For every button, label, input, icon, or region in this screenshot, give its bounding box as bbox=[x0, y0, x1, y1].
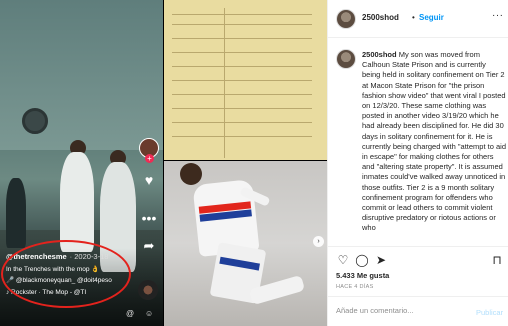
heart-icon: ♥ bbox=[144, 172, 154, 188]
separator-dot: • bbox=[412, 13, 415, 22]
post-timestamp: HACE 4 DÍAS bbox=[336, 284, 374, 290]
tiktok-video-frame: @thetrenchesme · 2020-3-18 In the Trenche… bbox=[0, 0, 163, 326]
form-rule bbox=[172, 24, 312, 25]
at-icon: @ bbox=[126, 309, 135, 318]
form-rule bbox=[172, 38, 312, 39]
publish-button[interactable]: Publicar bbox=[476, 308, 503, 317]
caption-avatar[interactable] bbox=[336, 49, 356, 69]
pants-stripe bbox=[219, 256, 260, 271]
like-count[interactable]: 5.433 Me gusta bbox=[336, 271, 389, 280]
smile-icon: ☺ bbox=[145, 309, 154, 318]
document-image bbox=[164, 0, 327, 160]
music-disc-icon bbox=[138, 280, 158, 300]
red-annotation-circle bbox=[1, 240, 131, 308]
form-rule bbox=[172, 122, 312, 123]
bookmark-icon[interactable]: ⊓ bbox=[490, 253, 504, 267]
comment-input[interactable] bbox=[336, 306, 456, 315]
form-rule bbox=[172, 136, 312, 137]
form-rule bbox=[224, 8, 225, 158]
more-dots-icon: ••• bbox=[141, 210, 157, 226]
next-slide-button[interactable]: › bbox=[313, 236, 324, 247]
post-header: 2500shod • Seguir ··· bbox=[328, 0, 508, 38]
form-rule bbox=[172, 108, 312, 109]
person bbox=[60, 152, 94, 252]
caption-area[interactable]: 2500shod My son was moved from Calhoun S… bbox=[328, 44, 508, 244]
comment-icon[interactable]: ◯ bbox=[355, 253, 369, 267]
post-media[interactable]: @thetrenchesme · 2020-3-18 In the Trenche… bbox=[0, 0, 327, 326]
form-rule bbox=[172, 52, 312, 53]
share-arrow-icon: ➦ bbox=[143, 238, 155, 253]
action-bar: ♡ ◯ ➤ ⊓ bbox=[328, 246, 508, 270]
person bbox=[6, 178, 26, 248]
plus-icon: + bbox=[145, 154, 154, 163]
post-username[interactable]: 2500shod bbox=[362, 13, 399, 22]
caption-text: My son was moved from Calhoun State Pris… bbox=[362, 50, 506, 233]
send-icon[interactable]: ➤ bbox=[374, 253, 388, 267]
man-head bbox=[180, 163, 202, 185]
form-rule bbox=[172, 66, 312, 67]
form-rule bbox=[172, 14, 312, 15]
heart-icon[interactable]: ♡ bbox=[336, 253, 350, 267]
post-panel: 2500shod • Seguir ··· 2500shod My son wa… bbox=[327, 0, 508, 326]
avatar[interactable] bbox=[336, 9, 356, 29]
follow-button[interactable]: Seguir bbox=[419, 13, 444, 22]
caption-username[interactable]: 2500shod bbox=[362, 50, 397, 59]
comment-bar: Publicar bbox=[328, 296, 508, 326]
wall-fan bbox=[22, 108, 48, 134]
post-caption: 2500shod My son was moved from Calhoun S… bbox=[362, 50, 506, 234]
form-rule bbox=[172, 80, 312, 81]
more-options-icon[interactable]: ··· bbox=[492, 10, 504, 21]
form-rule bbox=[172, 94, 312, 95]
